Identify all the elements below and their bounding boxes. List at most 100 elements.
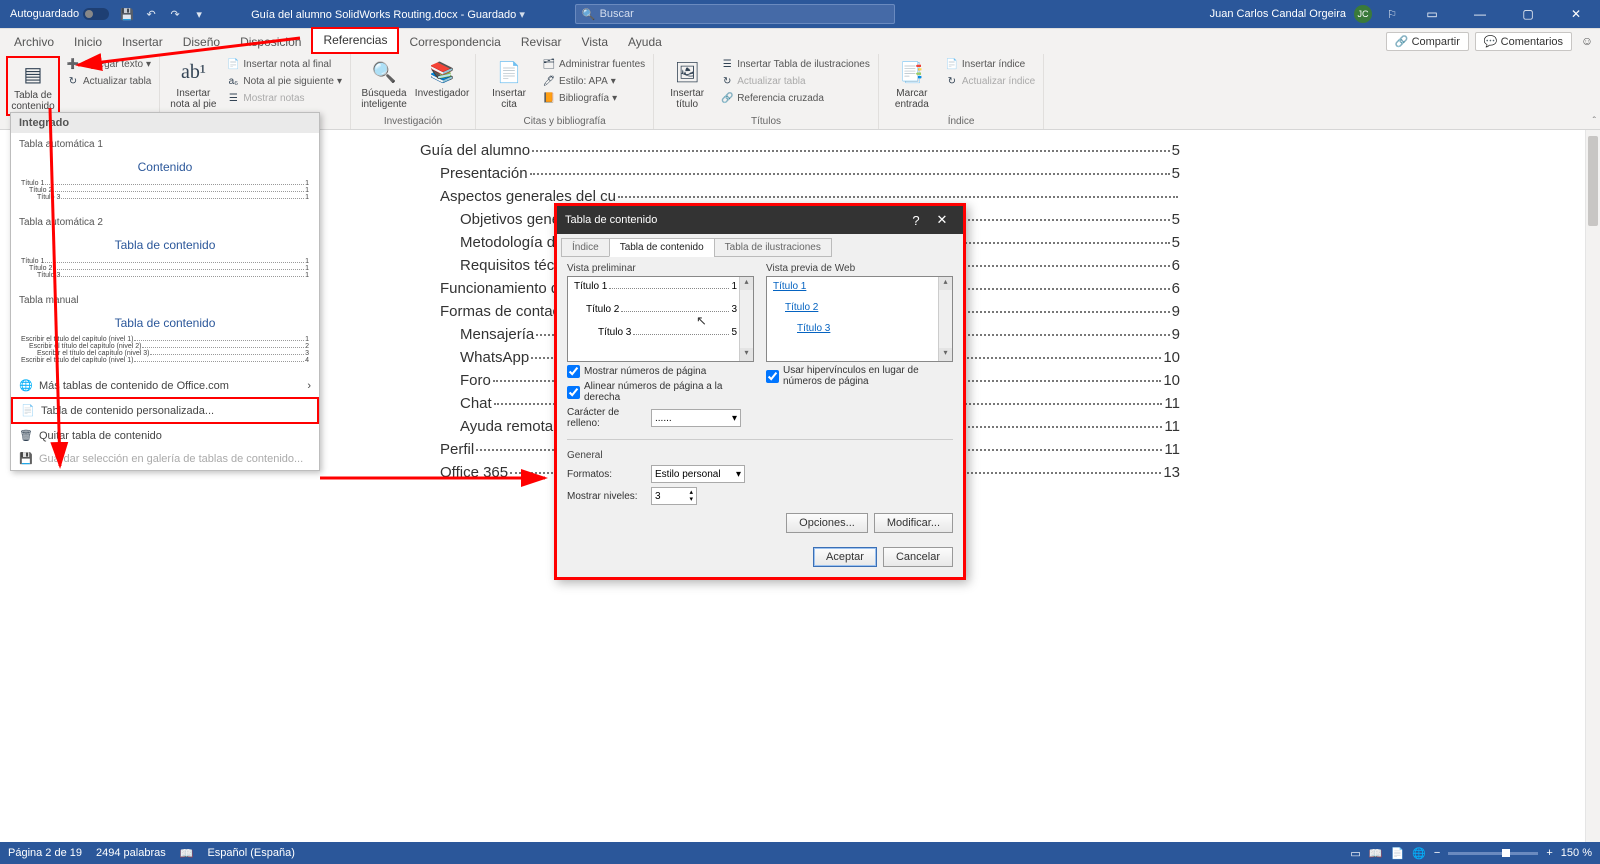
toc-entry[interactable]: Guía del alumno5 — [420, 142, 1180, 159]
toc-entry[interactable]: Presentación5 — [420, 165, 1180, 182]
dialog-tab-indice[interactable]: Índice — [561, 238, 610, 257]
insert-footnote-button[interactable]: ab¹ Insertar nota al pie — [166, 56, 220, 112]
ribbon-group-index: 📑Marcar entrada 📄Insertar índice ↻Actual… — [879, 54, 1044, 129]
ribbon-tabs: Archivo Inicio Insertar Diseño Disposici… — [0, 28, 1600, 54]
levels-spinner[interactable]: 3▴▾ — [651, 487, 697, 505]
ribbon-group-captions: 🖼Insertar título ☰Insertar Tabla de ilus… — [654, 54, 879, 129]
custom-toc[interactable]: 📄Tabla de contenido personalizada... — [11, 397, 319, 424]
mark-entry-button[interactable]: 📑Marcar entrada — [885, 56, 939, 112]
researcher-button[interactable]: 📚Investigador — [415, 56, 469, 101]
book-icon: 📚 — [428, 58, 456, 86]
ribbon-group-citations: 📄Insertar cita 🗂Administrar fuentes 🖊Est… — [476, 54, 654, 129]
zoom-out-icon[interactable]: − — [1434, 847, 1440, 859]
options-button[interactable]: Opciones... — [786, 513, 868, 533]
search-icon: 🔍 — [582, 8, 596, 21]
update-index-button[interactable]: ↻Actualizar índice — [943, 73, 1037, 89]
doc-icon: 📄 — [21, 404, 35, 417]
dialog-tab-tof[interactable]: Tabla de ilustraciones — [714, 238, 832, 257]
notify-icon[interactable]: ⚐ — [1383, 5, 1401, 23]
add-text-button[interactable]: ➕Agregar texto ▾ — [64, 56, 153, 72]
add-text-icon: ➕ — [66, 57, 80, 71]
undo-icon[interactable]: ↶ — [142, 5, 160, 23]
insert-caption-button[interactable]: 🖼Insertar título — [660, 56, 714, 112]
tab-diseno[interactable]: Diseño — [173, 31, 230, 54]
leader-char-row: Carácter de relleno: ......▾ — [567, 407, 754, 429]
read-view-icon[interactable]: 📖 — [1369, 847, 1383, 860]
cursor-icon: ↖ — [696, 313, 707, 329]
citation-style-select[interactable]: 🖊Estilo: APA ▾ — [540, 73, 647, 89]
insert-tof-button[interactable]: ☰Insertar Tabla de ilustraciones — [718, 56, 872, 72]
search-box[interactable]: 🔍 Buscar — [575, 4, 895, 24]
autosave-toggle[interactable]: Autoguardado — [4, 8, 115, 20]
web-view-icon[interactable]: 🌐 — [1412, 847, 1426, 860]
feedback-icon[interactable]: ☺ — [1578, 28, 1596, 54]
zoom-in-icon[interactable]: + — [1546, 847, 1552, 859]
qat-dropdown-icon[interactable]: ▾ — [190, 5, 208, 23]
insert-citation-button[interactable]: 📄Insertar cita — [482, 56, 536, 112]
modify-button[interactable]: Modificar... — [874, 513, 953, 533]
cross-reference-button[interactable]: 🔗Referencia cruzada — [718, 90, 872, 106]
bibliography-button[interactable]: 📙Bibliografía ▾ — [540, 90, 647, 106]
use-hyperlinks-checkbox[interactable]: Usar hipervínculos en lugar de números d… — [766, 365, 953, 387]
tab-insertar[interactable]: Insertar — [112, 31, 173, 54]
tab-revisar[interactable]: Revisar — [511, 31, 572, 54]
tab-vista[interactable]: Vista — [572, 31, 618, 54]
print-preview: Título 11 Título 23 Título 35 ↖ ▴▾ — [567, 276, 754, 362]
zoom-value[interactable]: 150 % — [1561, 847, 1592, 859]
leader-char-select[interactable]: ......▾ — [651, 409, 741, 427]
title-bar: Autoguardado 💾 ↶ ↷ ▾ Guía del alumno Sol… — [0, 0, 1600, 28]
collapse-ribbon-icon[interactable]: ˆ — [1593, 116, 1596, 127]
insert-index-button[interactable]: 📄Insertar índice — [943, 56, 1037, 72]
ok-button[interactable]: Aceptar — [813, 547, 877, 567]
remove-toc[interactable]: 🗑Quitar tabla de contenido — [11, 424, 319, 447]
tab-ayuda[interactable]: Ayuda — [618, 31, 672, 54]
share-button[interactable]: 🔗 Compartir — [1386, 32, 1469, 51]
show-notes-button[interactable]: ☰Mostrar notas — [224, 90, 344, 106]
gallery-auto2[interactable]: Tabla automática 2 Tabla de contenido Tí… — [11, 211, 319, 289]
toc-dialog: Tabla de contenido ? ✕ Índice Tabla de c… — [554, 203, 966, 580]
tab-referencias[interactable]: Referencias — [311, 27, 399, 54]
focus-view-icon[interactable]: ▭ — [1350, 847, 1360, 860]
ribbon-options-icon[interactable]: ▭ — [1412, 0, 1452, 28]
manage-sources-button[interactable]: 🗂Administrar fuentes — [540, 56, 647, 72]
align-right-checkbox[interactable]: Alinear números de página a la derecha — [567, 381, 754, 403]
cancel-button[interactable]: Cancelar — [883, 547, 953, 567]
tab-disposicion[interactable]: Disposición — [230, 31, 311, 54]
gallery-manual[interactable]: Tabla manual Tabla de contenido Escribir… — [11, 289, 319, 374]
word-count[interactable]: 2494 palabras — [96, 847, 166, 859]
gallery-auto1[interactable]: Tabla automática 1 Contenido Título 11 T… — [11, 133, 319, 211]
redo-icon[interactable]: ↷ — [166, 5, 184, 23]
page-indicator[interactable]: Página 2 de 19 — [8, 847, 82, 859]
tab-correspondencia[interactable]: Correspondencia — [399, 31, 510, 54]
show-pagenum-checkbox[interactable]: Mostrar números de página — [567, 365, 754, 378]
comments-button[interactable]: 💬 Comentarios — [1475, 32, 1572, 51]
cite-icon: 📄 — [495, 58, 523, 86]
update-table-button[interactable]: ↻Actualizar tabla — [64, 73, 153, 89]
save-icon[interactable]: 💾 — [118, 5, 136, 23]
help-icon[interactable]: ? — [903, 213, 929, 228]
dialog-tab-toc[interactable]: Tabla de contenido — [609, 238, 715, 257]
vertical-scrollbar[interactable] — [1585, 130, 1600, 842]
spellcheck-icon[interactable]: 📖 — [180, 847, 194, 860]
insert-endnote-button[interactable]: 📄Insertar nota al final — [224, 56, 344, 72]
formats-select[interactable]: Estilo personal▾ — [651, 465, 745, 483]
more-toc-office[interactable]: 🌐Más tablas de contenido de Office.com› — [11, 374, 319, 397]
update-tof-button[interactable]: ↻Actualizar tabla — [718, 73, 872, 89]
minimize-icon[interactable]: — — [1460, 0, 1500, 28]
footnote-icon: ab¹ — [179, 58, 207, 86]
avatar[interactable]: JC — [1354, 5, 1372, 23]
print-view-icon[interactable]: 📄 — [1391, 847, 1405, 860]
close-icon[interactable]: ✕ — [929, 212, 955, 228]
ribbon-group-research: 🔍Búsqueda inteligente 📚Investigador Inve… — [351, 54, 476, 129]
globe-icon: 🌐 — [19, 379, 33, 392]
language-indicator[interactable]: Español (España) — [207, 847, 294, 859]
close-icon[interactable]: ✕ — [1556, 0, 1596, 28]
tab-archivo[interactable]: Archivo — [4, 31, 64, 54]
user-name[interactable]: Juan Carlos Candal Orgeira — [1210, 8, 1346, 20]
next-footnote-button[interactable]: a₆Nota al pie siguiente ▾ — [224, 73, 344, 89]
zoom-slider[interactable] — [1448, 852, 1538, 855]
tab-inicio[interactable]: Inicio — [64, 31, 112, 54]
toc-button[interactable]: ▤ Tabla de contenido — [6, 56, 60, 116]
maximize-icon[interactable]: ▢ — [1508, 0, 1548, 28]
smart-lookup-button[interactable]: 🔍Búsqueda inteligente — [357, 56, 411, 112]
